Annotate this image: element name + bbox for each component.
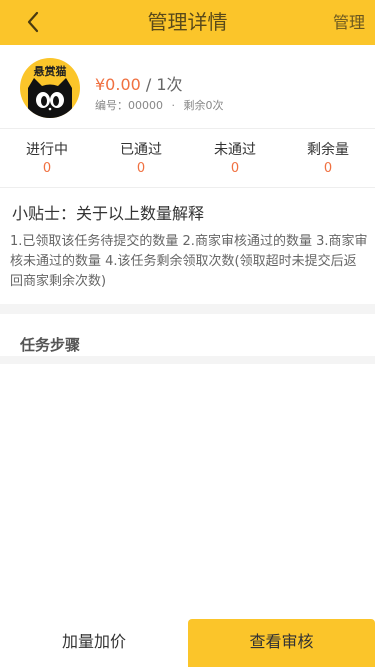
header-bar: 管理详情 管理: [0, 0, 375, 45]
stats-row: 进行中 0 已通过 0 未通过 0 剩余量 0: [0, 130, 375, 188]
task-count: / 1次: [140, 75, 183, 94]
stat-label: 已通过: [120, 142, 162, 158]
task-price: ¥0.00: [95, 75, 141, 94]
bottom-action-bar: 加量加价 查看审核: [0, 619, 375, 667]
stat-in-progress[interactable]: 进行中 0: [0, 140, 94, 178]
task-number: 编号：00000: [95, 99, 163, 112]
stat-rejected[interactable]: 未通过 0: [188, 140, 282, 178]
section-divider: [0, 304, 375, 314]
task-meta: 编号：00000 · 剩余0次: [95, 97, 224, 113]
stat-label: 进行中: [26, 142, 68, 158]
tips-title: 小贴士：关于以上数量解释: [12, 204, 205, 223]
stat-value: 0: [230, 161, 240, 176]
task-remaining: 剩余0次: [183, 99, 224, 112]
section-divider: [0, 356, 375, 364]
page-title: 管理详情: [147, 10, 228, 34]
tips-body: 1.已领取该任务待提交的数量 2.商家审核通过的数量 3.商家审核未通过的数量 …: [10, 234, 368, 289]
task-avatar: 悬赏猫: [20, 58, 80, 118]
manage-button[interactable]: 管理: [333, 0, 365, 45]
stat-value: 0: [42, 161, 52, 176]
stat-label: 剩余量: [307, 142, 349, 158]
stat-remaining[interactable]: 剩余量 0: [281, 140, 375, 178]
task-info-card: 悬赏猫 ¥0.00 / 1次 编号：00000 · 剩余0次: [0, 45, 375, 129]
meta-separator: ·: [171, 99, 176, 112]
stat-value: 0: [136, 161, 146, 176]
cat-logo-icon: [28, 78, 72, 118]
stat-value: 0: [323, 161, 333, 176]
stat-label: 未通过: [214, 142, 256, 158]
steps-title: 任务步骤: [20, 336, 81, 354]
stat-approved[interactable]: 已通过 0: [94, 140, 188, 178]
add-quantity-button[interactable]: 加量加价: [0, 619, 188, 667]
price-line: ¥0.00 / 1次: [95, 71, 183, 95]
view-review-button[interactable]: 查看审核: [188, 619, 375, 667]
